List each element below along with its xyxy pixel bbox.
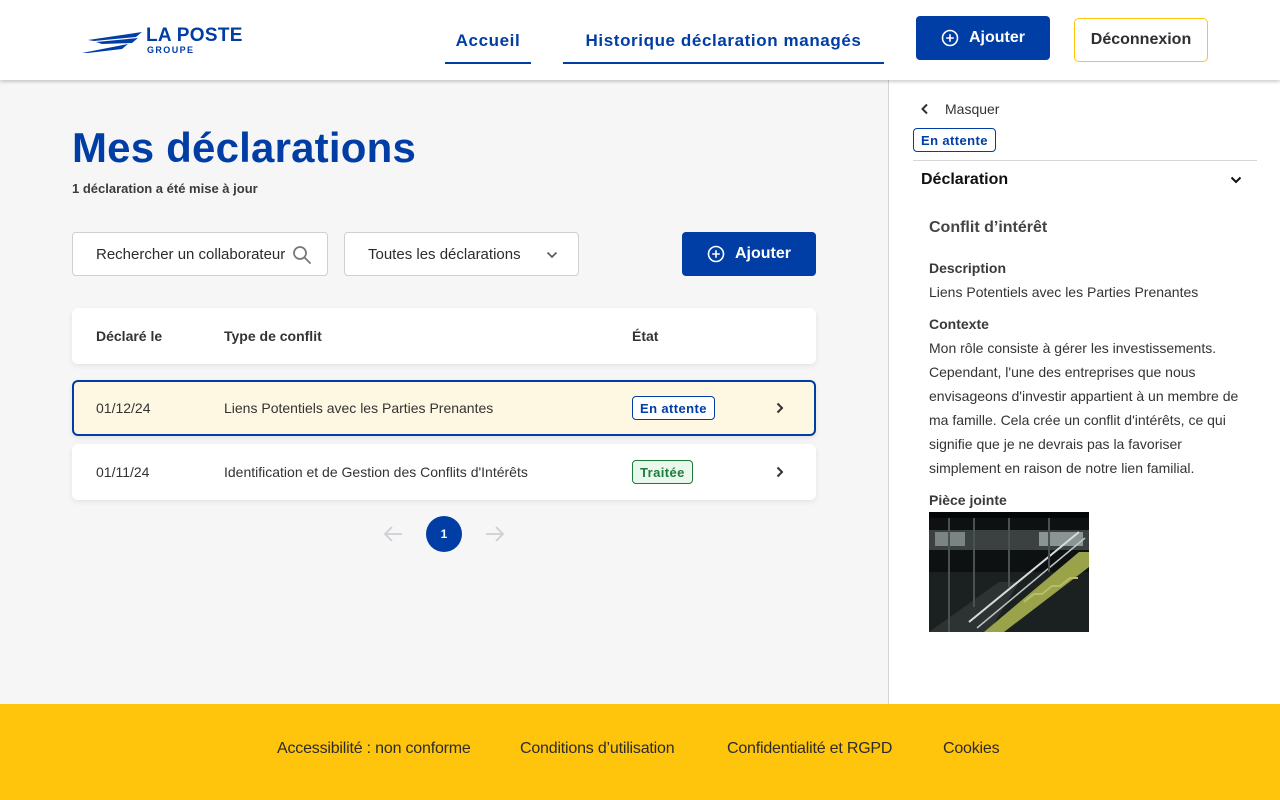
attachment-photo [929,512,1089,632]
row-conflict-type: Identification et de Gestion des Conflit… [224,464,528,480]
column-header-type: Type de conflit [224,328,322,344]
footer-link-conditions[interactable]: Conditions d’utilisation [520,740,675,758]
attachment-label: Pièce jointe [929,492,1007,508]
description-text: Liens Potentiels avec les Parties Prenan… [929,284,1199,300]
row-date: 01/11/24 [96,464,150,480]
search-box[interactable] [72,232,328,276]
logout-button[interactable]: Déconnexion [1074,18,1208,62]
logo-wordmark: LA POSTE [146,25,243,46]
nav-link-accueil[interactable]: Accueil [445,28,531,64]
row-date: 01/12/24 [96,400,151,416]
context-label: Contexte [929,316,989,332]
chevron-down-icon [546,251,558,259]
chevron-right-icon[interactable] [774,401,786,415]
search-input[interactable] [96,233,286,275]
hide-panel-label: Masquer [945,101,1000,117]
plus-circle-icon [707,245,725,263]
context-line: envisageons d'investir appartient à un m… [929,388,1239,404]
attachment-thumbnail[interactable] [929,512,1089,632]
update-notice: 1 déclaration a été mise à jour [72,181,258,196]
conflict-title: Conflit d’intérêt [929,219,1048,236]
table-header: Déclaré le Type de conflit État [72,308,816,364]
declaration-detail-panel: Masquer En attente Déclaration Conflit d… [888,80,1280,704]
context-line: Mon rôle consiste à gérer les investisse… [929,340,1217,356]
footer-link-confidentialite[interactable]: Confidentialité et RGPD [727,740,892,758]
status-badge: En attente [632,396,715,420]
hide-panel-button[interactable]: Masquer [921,100,999,118]
arrow-left-icon[interactable] [382,524,404,544]
add-declaration-label: Ajouter [735,245,791,262]
context-line: simplement en raison de notre lien famil… [929,460,1195,476]
description-label: Description [929,260,1007,276]
header-add-label: Ajouter [969,29,1025,46]
logo-subtitle: GROUPE [147,45,195,55]
context-line: Cependant, l'une des entreprises que nou… [929,364,1196,380]
chevron-down-icon[interactable] [1229,175,1243,185]
arrow-right-icon[interactable] [484,524,506,544]
column-header-status: État [632,328,659,344]
table-row[interactable]: 01/11/24 Identification et de Gestion de… [72,444,816,500]
status-badge: Traitée [632,460,693,484]
page-title: Mes déclarations [72,124,416,171]
top-header: LA POSTE GROUPE Accueil Historique décla… [0,0,1280,80]
la-poste-bird-icon [82,32,142,53]
header-add-button[interactable]: Ajouter [916,16,1050,60]
table-row[interactable]: 01/12/24 Liens Potentiels avec les Parti… [72,380,816,436]
divider [913,160,1257,161]
pagination-page-current[interactable]: 1 [426,516,462,552]
footer-link-accessibilite[interactable]: Accessibilité : non conforme [277,740,471,758]
context-line: ma famille. Cela crée un conflit d'intér… [929,412,1226,428]
chevron-left-icon [921,103,928,115]
column-header-date: Déclaré le [96,328,163,344]
declaration-section-title[interactable]: Déclaration [921,171,1008,189]
nav-link-historique[interactable]: Historique déclaration managés [563,28,884,64]
filter-selected-value: Toutes les déclarations [368,246,521,263]
footer-link-cookies[interactable]: Cookies [943,740,1000,758]
search-icon[interactable] [292,245,312,265]
context-text: Mon rôle consiste à gérer les investisse… [929,336,1249,480]
footer: Accessibilité : non conforme Conditions … [0,704,1280,800]
declaration-filter-select[interactable]: Toutes les déclarations [344,232,579,276]
panel-status-badge: En attente [913,128,996,152]
la-poste-logo[interactable]: LA POSTE GROUPE [82,24,252,58]
context-line: signifie que je ne devrais pas la favori… [929,436,1182,452]
add-declaration-button[interactable]: Ajouter [682,232,816,276]
plus-circle-icon [941,29,959,47]
chevron-right-icon[interactable] [774,465,786,479]
row-conflict-type: Liens Potentiels avec les Parties Prenan… [224,400,494,416]
